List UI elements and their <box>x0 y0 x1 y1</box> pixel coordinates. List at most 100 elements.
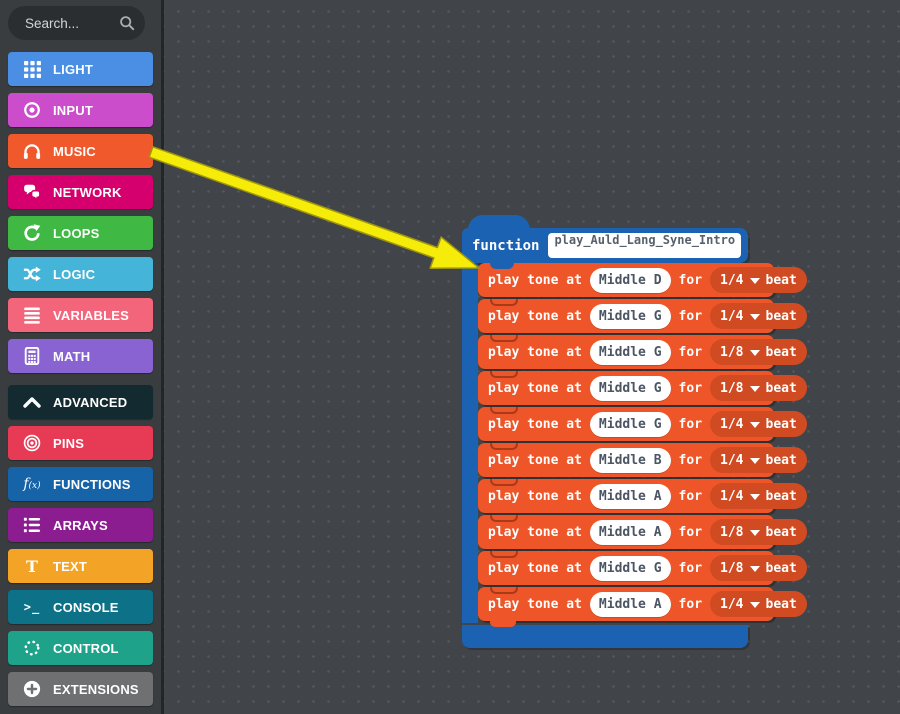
spinner-icon <box>19 639 45 657</box>
note-field[interactable]: Middle G <box>590 412 671 437</box>
statements-container: play tone at Middle D for 1/4 beat play … <box>478 263 774 623</box>
note-field[interactable]: Middle B <box>590 448 671 473</box>
block-text-for: for <box>679 345 702 360</box>
play-tone-block[interactable]: play tone at Middle B for 1/4 beat <box>478 443 774 477</box>
sidebar-item-pins[interactable]: PINS <box>8 426 153 460</box>
dropdown-caret-icon <box>750 314 760 320</box>
dropdown-caret-icon <box>750 494 760 500</box>
sidebar-item-control[interactable]: CONTROL <box>8 631 153 665</box>
chat-icon <box>19 183 45 201</box>
numbered-list-icon <box>19 516 45 534</box>
sidebar-item-extensions[interactable]: EXTENSIONS <box>8 672 153 706</box>
play-tone-block[interactable]: play tone at Middle A for 1/4 beat <box>478 479 774 513</box>
duration-value: 1/4 <box>720 597 743 612</box>
function-block[interactable]: function play_Auld_Lang_Syne_Intro play … <box>462 214 774 648</box>
sidebar-item-text[interactable]: T TEXT <box>8 549 153 583</box>
block-text-play-tone-at: play tone at <box>488 273 582 288</box>
target-icon <box>19 434 45 452</box>
play-tone-block[interactable]: play tone at Middle D for 1/4 beat <box>478 263 774 297</box>
function-spine <box>462 263 478 623</box>
block-text-for: for <box>679 561 702 576</box>
sidebar-item-light[interactable]: LIGHT <box>8 52 153 86</box>
sidebar-item-logic[interactable]: LOGIC <box>8 257 153 291</box>
category-label: CONSOLE <box>53 600 119 615</box>
play-tone-block[interactable]: play tone at Middle G for 1/8 beat <box>478 335 774 369</box>
block-text-for: for <box>679 309 702 324</box>
play-tone-block[interactable]: play tone at Middle G for 1/4 beat <box>478 407 774 441</box>
category-label: MUSIC <box>53 144 96 159</box>
dropdown-caret-icon <box>750 386 760 392</box>
sidebar-item-arrays[interactable]: ARRAYS <box>8 508 153 542</box>
list-icon <box>19 306 45 324</box>
duration-value: 1/8 <box>720 345 743 360</box>
note-field[interactable]: Middle A <box>590 520 671 545</box>
beat-label: beat <box>766 273 797 288</box>
sidebar-item-music[interactable]: MUSIC <box>8 134 153 168</box>
category-label: PINS <box>53 436 84 451</box>
note-field[interactable]: Middle G <box>590 376 671 401</box>
category-label: TEXT <box>53 559 87 574</box>
note-value: Middle G <box>599 381 662 396</box>
sidebar-item-functions[interactable]: f(x) FUNCTIONS <box>8 467 153 501</box>
sidebar-item-variables[interactable]: VARIABLES <box>8 298 153 332</box>
dropdown-caret-icon <box>750 278 760 284</box>
sidebar-item-advanced[interactable]: ADVANCED <box>8 385 153 419</box>
play-tone-block[interactable]: play tone at Middle A for 1/4 beat <box>478 587 774 621</box>
duration-dropdown[interactable]: 1/8 beat <box>710 375 807 401</box>
beat-label: beat <box>766 417 797 432</box>
category-label: LOGIC <box>53 267 95 282</box>
note-field[interactable]: Middle G <box>590 340 671 365</box>
category-label: LIGHT <box>53 62 93 77</box>
beat-label: beat <box>766 489 797 504</box>
duration-dropdown[interactable]: 1/4 beat <box>710 591 807 617</box>
play-tone-block[interactable]: play tone at Middle G for 1/4 beat <box>478 299 774 333</box>
duration-value: 1/8 <box>720 561 743 576</box>
note-field[interactable]: Middle A <box>590 592 671 617</box>
search-box[interactable] <box>8 6 145 40</box>
duration-dropdown[interactable]: 1/4 beat <box>710 303 807 329</box>
block-text-play-tone-at: play tone at <box>488 345 582 360</box>
sidebar-item-input[interactable]: INPUT <box>8 93 153 127</box>
note-field[interactable]: Middle G <box>590 556 671 581</box>
plus-icon <box>19 680 45 698</box>
block-text-for: for <box>679 417 702 432</box>
dropdown-caret-icon <box>750 422 760 428</box>
category-list: LIGHT INPUT MUSIC NETWORK LOOPS LOGIC VA… <box>8 52 153 713</box>
block-text-play-tone-at: play tone at <box>488 381 582 396</box>
shuffle-icon <box>19 265 45 283</box>
sidebar-item-console[interactable]: >_ CONSOLE <box>8 590 153 624</box>
block-text-for: for <box>679 453 702 468</box>
duration-dropdown[interactable]: 1/4 beat <box>710 411 807 437</box>
duration-dropdown[interactable]: 1/8 beat <box>710 519 807 545</box>
sidebar-item-network[interactable]: NETWORK <box>8 175 153 209</box>
note-field[interactable]: Middle G <box>590 304 671 329</box>
calculator-icon <box>19 347 45 365</box>
note-value: Middle G <box>599 417 662 432</box>
duration-dropdown[interactable]: 1/8 beat <box>710 339 807 365</box>
note-field[interactable]: Middle D <box>590 268 671 293</box>
duration-dropdown[interactable]: 1/4 beat <box>710 447 807 473</box>
block-text-for: for <box>679 489 702 504</box>
block-text-play-tone-at: play tone at <box>488 525 582 540</box>
function-name-field[interactable]: play_Auld_Lang_Syne_Intro <box>548 233 741 258</box>
sidebar-item-math[interactable]: MATH <box>8 339 153 373</box>
play-tone-block[interactable]: play tone at Middle G for 1/8 beat <box>478 551 774 585</box>
category-label: LOOPS <box>53 226 100 241</box>
duration-dropdown[interactable]: 1/8 beat <box>710 555 807 581</box>
search-input[interactable] <box>23 15 119 32</box>
function-header[interactable]: function play_Auld_Lang_Syne_Intro <box>462 228 748 263</box>
duration-dropdown[interactable]: 1/4 beat <box>710 267 807 293</box>
record-icon <box>19 101 45 119</box>
note-value: Middle A <box>599 525 662 540</box>
sidebar-item-loops[interactable]: LOOPS <box>8 216 153 250</box>
duration-value: 1/4 <box>720 417 743 432</box>
note-field[interactable]: Middle A <box>590 484 671 509</box>
function-body: play tone at Middle D for 1/4 beat play … <box>462 263 774 623</box>
text-icon: T <box>19 557 45 576</box>
category-label: EXTENSIONS <box>53 682 139 697</box>
category-label: ADVANCED <box>53 395 127 410</box>
duration-dropdown[interactable]: 1/4 beat <box>710 483 807 509</box>
category-label: NETWORK <box>53 185 122 200</box>
play-tone-block[interactable]: play tone at Middle A for 1/8 beat <box>478 515 774 549</box>
play-tone-block[interactable]: play tone at Middle G for 1/8 beat <box>478 371 774 405</box>
